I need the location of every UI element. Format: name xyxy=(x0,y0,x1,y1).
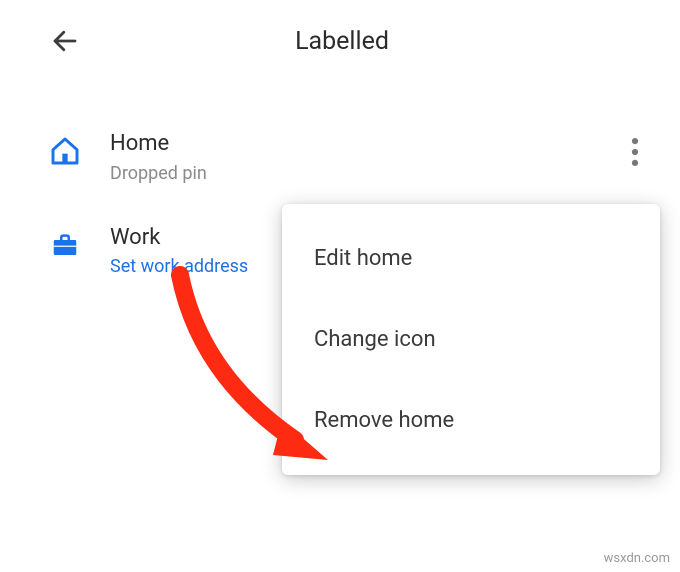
page-title: Labelled xyxy=(32,27,652,56)
list-item-text: Home Dropped pin xyxy=(110,130,618,184)
menu-item-edit-home[interactable]: Edit home xyxy=(282,218,660,299)
header: Labelled xyxy=(0,0,680,72)
home-icon xyxy=(48,134,82,168)
menu-item-remove-home[interactable]: Remove home xyxy=(282,380,660,461)
briefcase-icon xyxy=(48,228,82,262)
context-menu: Edit home Change icon Remove home xyxy=(282,204,660,475)
list-item-subtitle: Dropped pin xyxy=(110,163,618,184)
more-vertical-icon xyxy=(631,138,639,166)
more-options-button[interactable] xyxy=(618,130,652,174)
watermark: wsxdn.com xyxy=(604,551,670,566)
list-item-home[interactable]: Home Dropped pin xyxy=(0,112,680,206)
list-item-title: Home xyxy=(110,130,618,159)
menu-item-change-icon[interactable]: Change icon xyxy=(282,299,660,380)
